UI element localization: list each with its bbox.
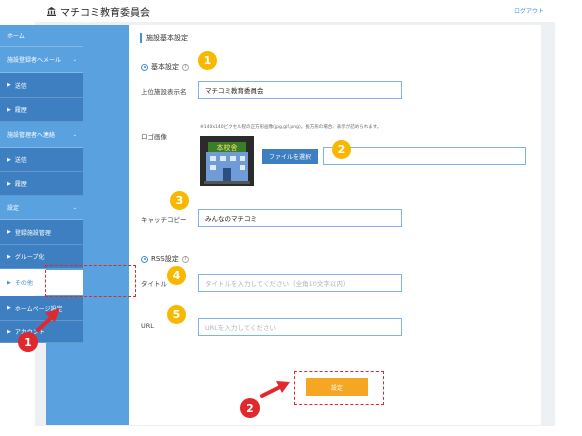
arrow-icon	[260, 381, 290, 398]
arrow-icon	[36, 308, 60, 332]
callout-arrows	[36, 308, 290, 398]
